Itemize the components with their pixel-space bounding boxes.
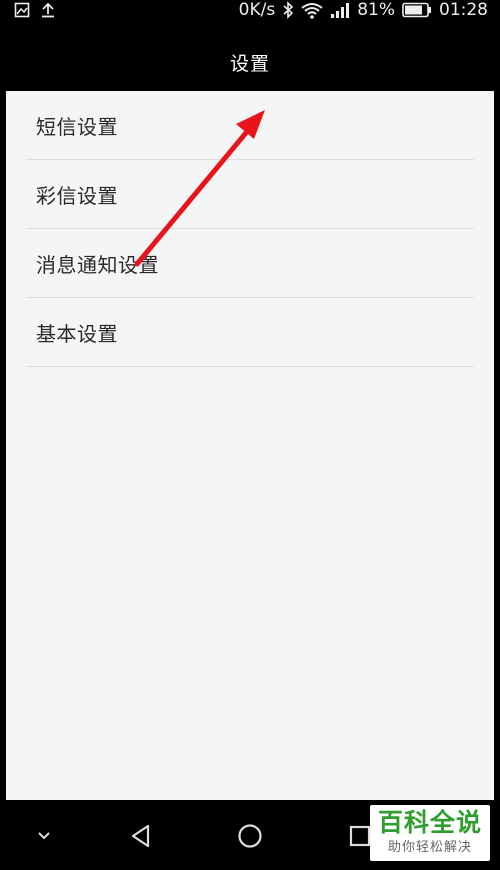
settings-item-basic[interactable]: 基本设置: [26, 298, 474, 367]
signal-icon: [330, 2, 350, 19]
title-bar: 设置: [0, 34, 500, 91]
wifi-icon: [301, 2, 323, 19]
settings-item-notification[interactable]: 消息通知设置: [26, 229, 474, 298]
settings-item-label: 基本设置: [36, 321, 118, 346]
bluetooth-icon: [282, 1, 294, 19]
home-icon[interactable]: [232, 818, 268, 854]
status-bar: 0K/s 81% 01:28: [0, 0, 500, 34]
page-title: 设置: [229, 53, 270, 75]
gallery-icon: [14, 2, 30, 18]
network-speed: 0K/s: [238, 0, 276, 20]
chevron-down-icon[interactable]: [26, 818, 62, 854]
clock: 01:28: [439, 0, 488, 20]
settings-item-sms[interactable]: 短信设置: [26, 91, 474, 160]
battery-percent: 81%: [357, 0, 395, 20]
settings-list: 短信设置 彩信设置 消息通知设置 基本设置: [6, 91, 494, 367]
settings-item-label: 短信设置: [36, 114, 118, 139]
settings-item-label: 消息通知设置: [36, 252, 159, 277]
phone-screen: 0K/s 81% 01:28 设置 短信设置 彩信设置 消息通知设置 基本设置 …: [0, 0, 500, 870]
upload-icon: [40, 2, 56, 18]
back-icon[interactable]: [123, 818, 159, 854]
settings-item-mms[interactable]: 彩信设置: [26, 160, 474, 229]
settings-item-label: 彩信设置: [36, 183, 118, 208]
settings-content: 短信设置 彩信设置 消息通知设置 基本设置: [6, 91, 494, 800]
watermark-title: 百科全说: [377, 808, 482, 837]
status-right: 0K/s 81% 01:28: [239, 0, 488, 20]
watermark-logo: 百科全说 助你轻松解决: [370, 805, 490, 861]
watermark-subtitle: 助你轻松解决: [387, 840, 472, 855]
status-left: [14, 0, 56, 20]
battery-icon: [402, 2, 432, 18]
